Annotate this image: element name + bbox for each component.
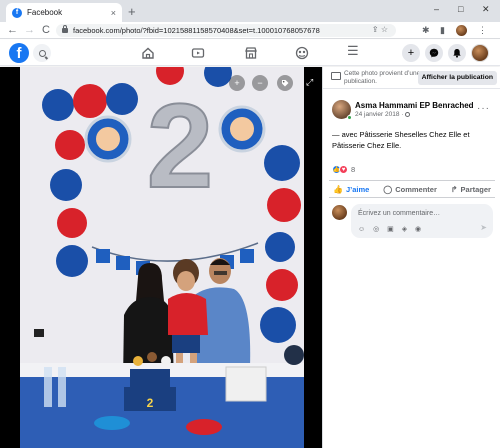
- notifications-button[interactable]: [448, 44, 466, 62]
- birthday-photo[interactable]: 2 2 + −: [20, 67, 304, 448]
- watch-icon[interactable]: [191, 46, 205, 60]
- like-label: J’aime: [345, 184, 370, 194]
- send-icon[interactable]: ➤: [480, 223, 487, 232]
- thumbs-up-icon: 👍: [333, 184, 343, 194]
- commenter-avatar: [332, 205, 347, 220]
- tag-icon: [282, 80, 289, 87]
- tab-title: Facebook: [27, 8, 63, 17]
- share-label: Partager: [460, 184, 491, 194]
- reaction-summary[interactable]: 👍 ♥ 8: [332, 165, 355, 174]
- reload-button[interactable]: C: [41, 24, 51, 36]
- account-avatar[interactable]: [471, 44, 489, 62]
- photo-icon: [331, 72, 341, 80]
- author-name[interactable]: Asma Hammami EP Benrached: [355, 101, 474, 110]
- address-bar[interactable]: facebook.com/photo/?fbid=102158811585704…: [56, 24, 396, 37]
- comment-tools-icons[interactable]: ☺ ◎ ▣ ◈ ◉: [358, 225, 424, 233]
- post-info-panel: Cette photo provient d’une publication. …: [322, 67, 500, 448]
- publication-notice: Cette photo provient d’une publication. …: [323, 67, 500, 89]
- browser-menu-icon[interactable]: ⋮: [478, 25, 487, 36]
- share-button[interactable]: ↱ Partager: [451, 185, 491, 194]
- minimize-button[interactable]: –: [434, 4, 439, 14]
- search-button[interactable]: [33, 44, 51, 62]
- fullscreen-button[interactable]: ⤢: [306, 77, 318, 89]
- more-options-button[interactable]: ···: [477, 103, 490, 114]
- bell-icon: [453, 49, 461, 58]
- facebook-header: f ☰ +: [0, 40, 500, 66]
- browser-toolbar: ← → C facebook.com/photo/?fbid=102158811…: [0, 22, 500, 39]
- love-reaction-icon: ♥: [339, 165, 348, 174]
- browser-tab[interactable]: f Facebook ×: [6, 3, 122, 22]
- photo-viewer: 2 2 + − ⤢: [0, 67, 322, 448]
- number-two-balloon: 2: [147, 79, 214, 213]
- new-tab-button[interactable]: +: [128, 4, 136, 19]
- like-button[interactable]: 👍 J’aime: [333, 185, 369, 194]
- facebook-favicon-icon: f: [12, 7, 22, 18]
- view-post-button[interactable]: Afficher la publication: [417, 71, 497, 85]
- forward-button[interactable]: →: [24, 24, 35, 36]
- tab-close-icon[interactable]: ×: [111, 8, 116, 18]
- post-date-text: 24 janvier 2018 ·: [355, 111, 404, 118]
- close-window-button[interactable]: ✕: [482, 4, 490, 15]
- maximize-button[interactable]: □: [458, 4, 463, 14]
- notice-text: Cette photo provient d’une publication.: [344, 70, 421, 85]
- comment-label: Commenter: [395, 184, 437, 194]
- comment-placeholder: Écrivez un commentaire…: [358, 210, 441, 217]
- globe-icon: [405, 111, 411, 117]
- comment-button[interactable]: ◯ Commenter: [383, 185, 437, 194]
- messenger-icon: [429, 48, 439, 58]
- home-icon[interactable]: [141, 46, 155, 60]
- cake-number: 2: [147, 396, 154, 410]
- zoom-in-icon: +: [234, 78, 240, 88]
- zoom-in-button[interactable]: +: [229, 75, 245, 91]
- lock-icon[interactable]: [62, 25, 68, 33]
- search-icon: [38, 49, 46, 57]
- extensions-icon[interactable]: ✱: [422, 25, 430, 36]
- comment-icon: ◯: [383, 184, 393, 194]
- url-text: facebook.com/photo/?fbid=102158811585704…: [73, 26, 320, 35]
- marketplace-icon[interactable]: [244, 46, 258, 60]
- share-icon: ↱: [450, 184, 458, 194]
- facebook-logo[interactable]: f: [9, 43, 29, 63]
- messenger-button[interactable]: [425, 44, 443, 62]
- browser-tab-strip: f Facebook × + – □ ✕: [0, 0, 500, 22]
- sidepanel-icon[interactable]: ▮: [440, 25, 445, 36]
- post-caption: — avec Pâtisserie Sheselles Chez Elle et…: [332, 130, 470, 150]
- zoom-out-button[interactable]: −: [252, 75, 268, 91]
- zoom-out-icon: −: [257, 78, 263, 88]
- post-actions: 👍 J’aime ◯ Commenter ↱ Partager: [329, 180, 495, 198]
- menu-icon[interactable]: ☰: [347, 43, 361, 58]
- birthday-scene: 2 2: [20, 67, 304, 448]
- fullscreen-icon: ⤢: [306, 77, 314, 87]
- online-status-dot: [347, 115, 352, 120]
- share-star-icons[interactable]: ⇪ ☆: [372, 25, 388, 34]
- profile-avatar[interactable]: [456, 25, 467, 36]
- create-button[interactable]: +: [402, 44, 420, 62]
- comment-input[interactable]: Écrivez un commentaire… ☺ ◎ ▣ ◈ ◉ ➤: [351, 204, 493, 238]
- back-button[interactable]: ←: [7, 24, 18, 36]
- plus-icon: +: [407, 47, 415, 59]
- post-date[interactable]: 24 janvier 2018 ·: [355, 111, 411, 118]
- reaction-count: 8: [351, 165, 356, 174]
- groups-icon[interactable]: [295, 46, 309, 60]
- tag-button[interactable]: [277, 75, 293, 91]
